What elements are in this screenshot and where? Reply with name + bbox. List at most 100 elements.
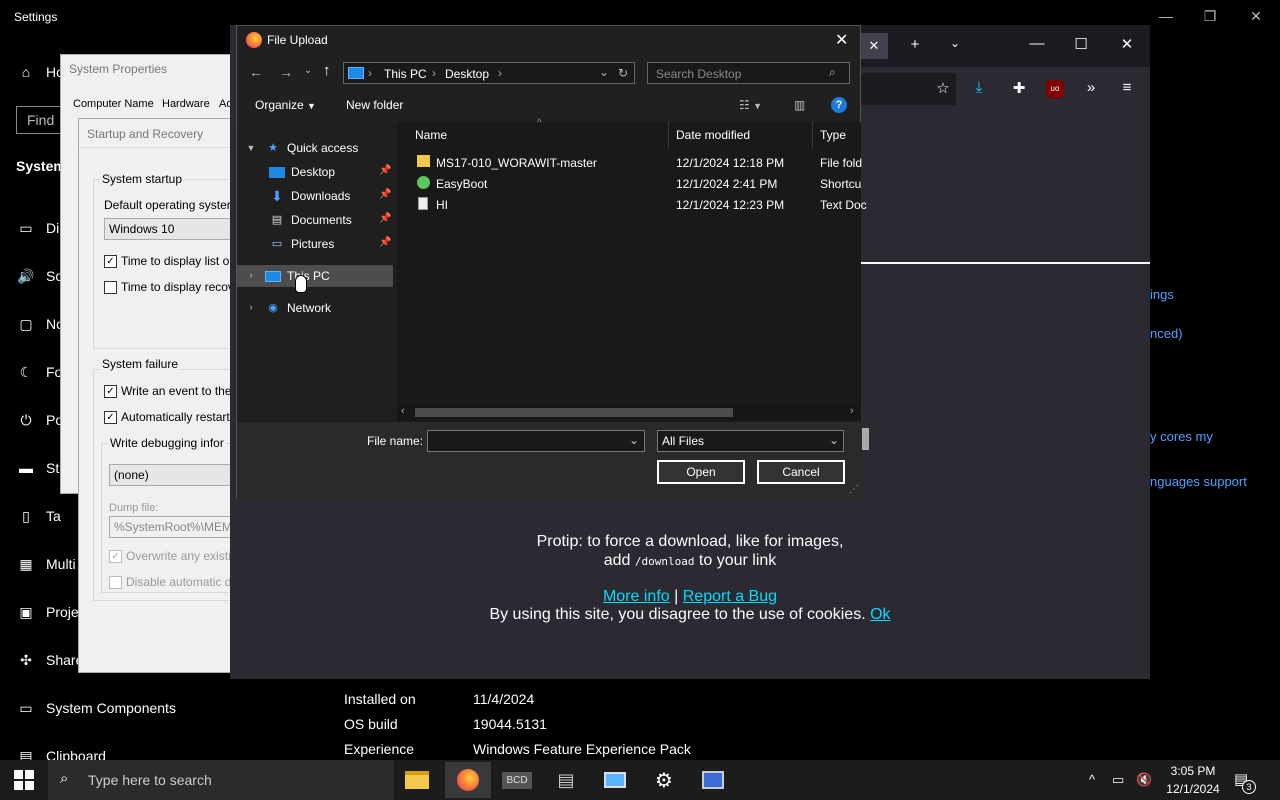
settings-home[interactable]: ⌂ Ho [16,60,64,84]
file-row[interactable]: EasyBoot 12/1/2024 2:41 PM Shortcu [397,173,861,194]
horizontal-scrollbar[interactable]: ‹ › [397,404,861,420]
close-icon[interactable]: ✕ [1114,35,1140,53]
system-properties-taskbar[interactable] [592,762,638,798]
tab-list-icon[interactable]: ⌄ [942,36,968,50]
minimize-icon[interactable]: — [1156,8,1176,24]
back-arrow-icon[interactable]: ← [249,64,263,80]
related-link-3[interactable]: y cores my [1150,429,1213,444]
help-icon[interactable]: ? [831,97,847,113]
forward-arrow-icon[interactable]: → [279,64,293,80]
file-type-select[interactable]: All Files ⌄ [657,430,844,452]
checkbox-unchecked-icon[interactable] [104,281,117,295]
sidebar-item-8[interactable]: ▣ Proje [16,600,78,624]
column-name[interactable]: Name [415,128,447,142]
cookie-ok-link[interactable]: Ok [870,606,890,623]
taskbar-search[interactable]: ⌕ Type here to search [48,760,394,800]
auto-restart-row[interactable]: ✓ Automatically restart [104,410,230,425]
sidebar-item-3[interactable]: ☾ Fo [16,360,63,384]
time-display-list-row[interactable]: ✓ Time to display list o [104,254,229,269]
tab-hardware[interactable]: Hardware [158,95,214,115]
breadcrumb-this-pc[interactable]: This PC [384,67,427,81]
nav-desktop[interactable]: Desktop 📌 [237,161,397,183]
breadcrumb-desktop[interactable]: Desktop [445,67,489,81]
sidebar-item-9[interactable]: ✣ Share [16,648,83,672]
file-row[interactable]: MS17-010_WORAWIT-master 12/1/2024 12:18 … [397,152,862,173]
sidebar-item-0[interactable]: ▭ Di [16,216,59,240]
file-name-input[interactable]: ⌄ [427,430,645,452]
disable-auto-row[interactable]: Disable automatic d [109,575,231,590]
column-date-modified[interactable]: Date modified [676,128,750,142]
recent-dropdown-icon[interactable]: ⌄ [304,65,312,76]
checkbox-checked-icon[interactable]: ✓ [104,385,117,399]
nav-quick-access[interactable]: ▼ ★ Quick access [237,137,397,159]
close-icon[interactable]: ✕ [1246,8,1266,25]
bookmark-star-icon[interactable]: ☆ [930,79,956,97]
related-link-2[interactable]: nced) [1150,326,1183,341]
default-os-select[interactable]: Windows 10 [104,218,244,240]
up-arrow-icon[interactable]: ↑ [323,62,331,79]
chevron-right-icon[interactable]: › [243,301,259,315]
extensions-icon[interactable]: ✚ [1006,79,1032,97]
scroll-left-icon[interactable]: ‹ [401,405,405,417]
column-separator[interactable] [812,122,813,148]
address-dropdown-icon[interactable]: ⌄ [599,65,609,79]
ublock-icon[interactable]: uo [1046,80,1064,98]
dump-file-input[interactable]: %SystemRoot%\MEM [109,516,249,538]
sidebar-item-5[interactable]: ▬ St [16,456,59,480]
nav-documents[interactable]: ▤ Documents 📌 [237,209,397,231]
search-desktop-input[interactable]: Search Desktop [647,62,850,84]
tab-computer-name[interactable]: Computer Name [69,95,158,115]
time-display-recovery-row[interactable]: Time to display recov [104,280,234,295]
column-separator[interactable] [668,122,669,148]
settings-taskbar[interactable]: ⚙ [641,762,687,798]
sidebar-item-4[interactable]: ⏻ Po [16,408,63,432]
cancel-button[interactable]: Cancel [757,460,845,484]
debug-type-select[interactable]: (none) [109,464,249,486]
bcd-taskbar[interactable]: BCD [494,762,540,798]
more-info-link[interactable]: More info [603,588,670,605]
clock-date[interactable]: 12/1/2024 [1160,782,1226,796]
size-grip-icon[interactable]: ⋰ [849,484,859,495]
organize-button[interactable]: Organize ▼ [255,98,316,112]
hamburger-menu-icon[interactable]: ≡ [1114,79,1140,96]
file-explorer-taskbar[interactable] [394,762,440,798]
checkbox-checked-icon[interactable]: ✓ [104,411,117,425]
chevron-down-icon[interactable]: ⌄ [829,433,839,447]
show-hidden-icons[interactable]: ^ [1089,772,1095,787]
nav-network[interactable]: › ◉ Network [237,297,397,319]
checkbox-disabled-icon[interactable] [109,576,122,590]
view-options-icon[interactable]: ☷ ▼ [739,98,762,112]
scroll-right-icon[interactable]: › [850,405,854,417]
sidebar-item-10[interactable]: ▭ System Components [16,696,176,720]
checkbox-checked-icon[interactable]: ✓ [104,255,117,269]
checkbox-disabled-icon[interactable]: ✓ [109,550,122,564]
new-tab-icon[interactable]: + [902,36,928,53]
sidebar-item-1[interactable]: 🔊 So [16,264,63,288]
related-link-4[interactable]: nguages support [1150,474,1247,489]
related-link-1[interactable]: ings [1150,287,1174,302]
maximize-icon[interactable]: ☐ [1068,35,1094,53]
network-icon[interactable]: ▭ [1112,772,1124,788]
nav-pictures[interactable]: ▭ Pictures 📌 [237,233,397,255]
resize-handle[interactable] [862,428,869,450]
dialog-close-icon[interactable]: ✕ [835,30,848,50]
write-event-row[interactable]: ✓ Write an event to the [104,384,232,399]
installer-taskbar[interactable]: ▤ [543,762,589,798]
report-bug-link[interactable]: Report a Bug [683,588,777,605]
nav-this-pc[interactable]: › This PC [237,265,393,287]
tab-close-icon[interactable]: ✕ [860,33,888,59]
nav-downloads[interactable]: ⬇ Downloads 📌 [237,185,397,207]
open-button[interactable]: Open [657,460,745,484]
address-bar[interactable]: › This PC › Desktop › ⌄ ↻ [343,62,635,84]
new-folder-button[interactable]: New folder [346,98,403,112]
windows-start-icon[interactable] [14,770,34,790]
volume-muted-icon[interactable]: 🔇 [1136,772,1152,788]
download-icon[interactable]: ⤓ [966,79,992,96]
file-row[interactable]: HI 12/1/2024 12:23 PM Text Doc [397,194,867,215]
column-type[interactable]: Type [820,128,846,142]
restore-icon[interactable]: ❐ [1200,8,1220,25]
overflow-chevron-icon[interactable]: » [1078,79,1104,96]
clock-time[interactable]: 3:05 PM [1160,764,1226,778]
scrollbar-thumb[interactable] [415,408,733,417]
chevron-right-icon[interactable]: › [243,269,259,283]
